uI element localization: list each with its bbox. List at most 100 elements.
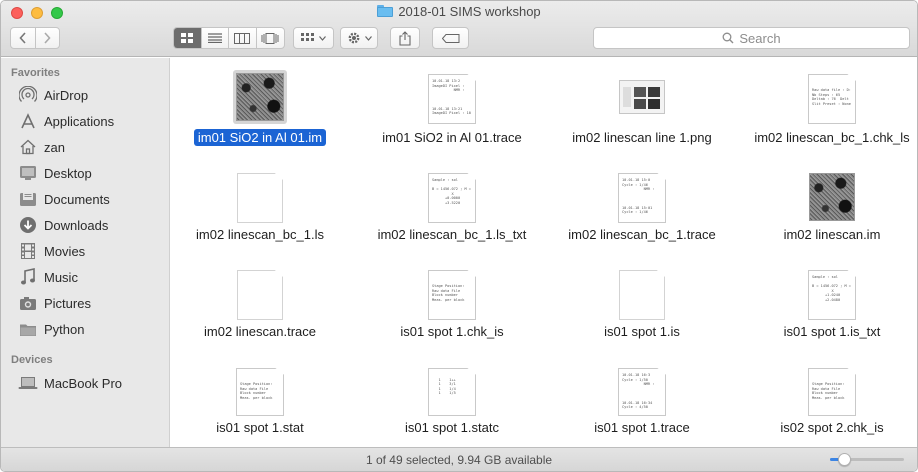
search-field[interactable]: Search [593,27,910,49]
list-view-button[interactable] [202,28,229,48]
file-item[interactable]: Stage Position: Raw data File Block numb… [175,366,345,446]
action-button[interactable] [340,27,378,49]
text-document-icon: Stage Position: Raw data File Block numb… [808,368,856,416]
file-item[interactable]: Stage Position: Raw data File Block numb… [747,366,917,446]
music-icon [18,268,38,286]
devices-heading: Devices [11,354,53,366]
toolbar: 2018-01 SIMS workshop Search [1,1,917,57]
columns-icon [234,32,251,44]
sidebar-item-label: AirDrop [44,87,89,103]
text-document-icon: 10.01.18 15:0 Cycle : 1/46 NMR : 10.01.1… [618,173,666,223]
share-button[interactable] [390,27,420,49]
sidebar-item-documents[interactable]: Documents [1,186,169,212]
finder-window: 2018-01 SIMS workshop Search Favorites A… [0,0,918,472]
file-item[interactable]: 10.01.18 13:2 ImageDI Pixel : NMR : 10.0… [367,70,537,150]
sidebar-item-airdrop[interactable]: AirDrop [1,82,169,108]
file-name: is01 spot 1.is_txt [783,324,881,339]
pictures-icon [18,294,38,312]
file-item[interactable]: Raw data file : D: Nb Steps : 65 Deltab … [747,70,917,150]
file-name: is01 spot 1.is [604,324,680,339]
folder-icon [377,5,394,17]
blank-document-icon [619,270,665,320]
file-name: im01 SiO2 in Al 01.trace [382,130,522,145]
text-document-icon: Raw data file : D: Nb Steps : 65 Deltab … [808,74,856,124]
file-thumbnail [233,70,287,124]
sidebar-item-label: Pictures [44,295,91,311]
file-name: im02 linescan_bc_1.ls_txt [377,227,527,242]
file-name: im02 linescan_bc_1.chk_ls [754,130,910,145]
sidebar-item-pictures[interactable]: Pictures [1,290,169,316]
file-thumbnail [809,173,855,221]
text-document-icon: Stage Position: Raw data File Block numb… [236,368,284,416]
cover-flow-view-button[interactable] [257,28,284,48]
sidebar-item-label: Downloads [44,217,109,233]
file-name: im02 linescan_bc_1.ls [196,227,324,242]
text-document-icon: Sample : sol B = 1456.072 ; M = X +0.000… [428,173,476,223]
arrange-icon [301,33,314,41]
forward-button[interactable] [36,28,60,48]
tags-button[interactable] [432,27,469,49]
file-item[interactable]: 1 1++ 1 3/1 1 1/4 1 1/5 is01 spot 1.stat… [367,366,537,446]
column-view-button[interactable] [229,28,257,48]
sidebar-item-zan[interactable]: zan [1,134,169,160]
text-document-icon: 10.01.18 16:3 Cycle : 1/50 NMR : 10.01.1… [618,368,666,416]
file-name: im02 linescan_bc_1.trace [568,227,716,242]
icon-view-button[interactable] [174,28,202,48]
file-name: is01 spot 1.chk_is [400,324,504,339]
sidebar-item-label: zan [44,139,65,155]
gear-icon [348,32,359,44]
file-item[interactable]: im02 linescan.im [747,171,917,251]
sidebar-item-label: Applications [44,113,115,129]
list-icon [207,33,222,43]
documents-icon [18,190,38,208]
blank-document-icon [237,270,283,320]
back-button[interactable] [11,28,36,48]
file-name: is01 spot 1.trace [594,420,690,435]
file-item[interactable]: im02 linescan line 1.png [557,70,727,150]
arrange-button[interactable] [293,27,334,49]
search-placeholder: Search [739,30,781,46]
text-document-icon: Sample : sol B = 1456.072 ; M = X +1.024… [808,270,856,320]
text-document-icon: Stage Position: Raw data File Block numb… [428,270,476,320]
sidebar-item-label: Movies [44,243,86,259]
file-item[interactable]: is01 spot 1.is [557,268,727,348]
window-title: 2018-01 SIMS workshop [1,4,917,19]
image-thumbnail-icon [236,73,284,121]
file-item[interactable]: 10.01.18 15:0 Cycle : 1/46 NMR : 10.01.1… [557,171,727,251]
file-item[interactable]: Sample : sol B = 1456.072 ; M = X +1.024… [747,268,917,348]
file-name: im02 linescan.im [783,227,881,242]
folder-icon [18,320,38,338]
file-item[interactable]: Sample : sol B = 1456.072 ; M = X +0.000… [367,171,537,251]
window-title-text: 2018-01 SIMS workshop [398,4,541,19]
search-icon [722,32,734,44]
file-name: is01 spot 1.stat [216,420,304,435]
file-item[interactable]: im02 linescan.trace [175,268,345,348]
sidebar-item-movies[interactable]: Movies [1,238,169,264]
file-item[interactable]: 10.01.18 16:3 Cycle : 1/50 NMR : 10.01.1… [557,366,727,446]
tag-icon [441,33,459,43]
screenshot-thumbnail-icon [619,80,665,114]
file-name: is01 spot 1.statc [405,420,499,435]
sidebar-item-label: Desktop [44,165,92,181]
file-item[interactable]: im01 SiO2 in Al 01.im [175,70,345,150]
sidebar-item-music[interactable]: Music [1,264,169,290]
sidebar-item-desktop[interactable]: Desktop [1,160,169,186]
chevron-down-icon [364,35,372,41]
navigation-buttons [10,27,60,49]
file-name: im02 linescan line 1.png [572,130,712,145]
sidebar-item-downloads[interactable]: Downloads [1,212,169,238]
sidebar-item-label: Python [44,321,85,337]
file-item[interactable]: Stage Position: Raw data File Block numb… [367,268,537,348]
home-icon [18,138,38,156]
desktop-icon [18,164,38,182]
file-item[interactable]: im02 linescan_bc_1.ls [175,171,345,251]
sidebar: Favorites AirDrop Applications zan Deskt… [1,58,170,447]
sidebar-item-applications[interactable]: Applications [1,108,169,134]
chevron-left-icon [19,32,26,44]
chevron-right-icon [44,32,51,44]
grid-icon [181,33,194,43]
status-text: 1 of 49 selected, 9.94 GB available [365,453,553,467]
applications-icon [18,112,38,130]
sidebar-item-python[interactable]: Python [1,316,169,342]
sidebar-item-macbook-pro[interactable]: MacBook Pro [1,370,169,396]
